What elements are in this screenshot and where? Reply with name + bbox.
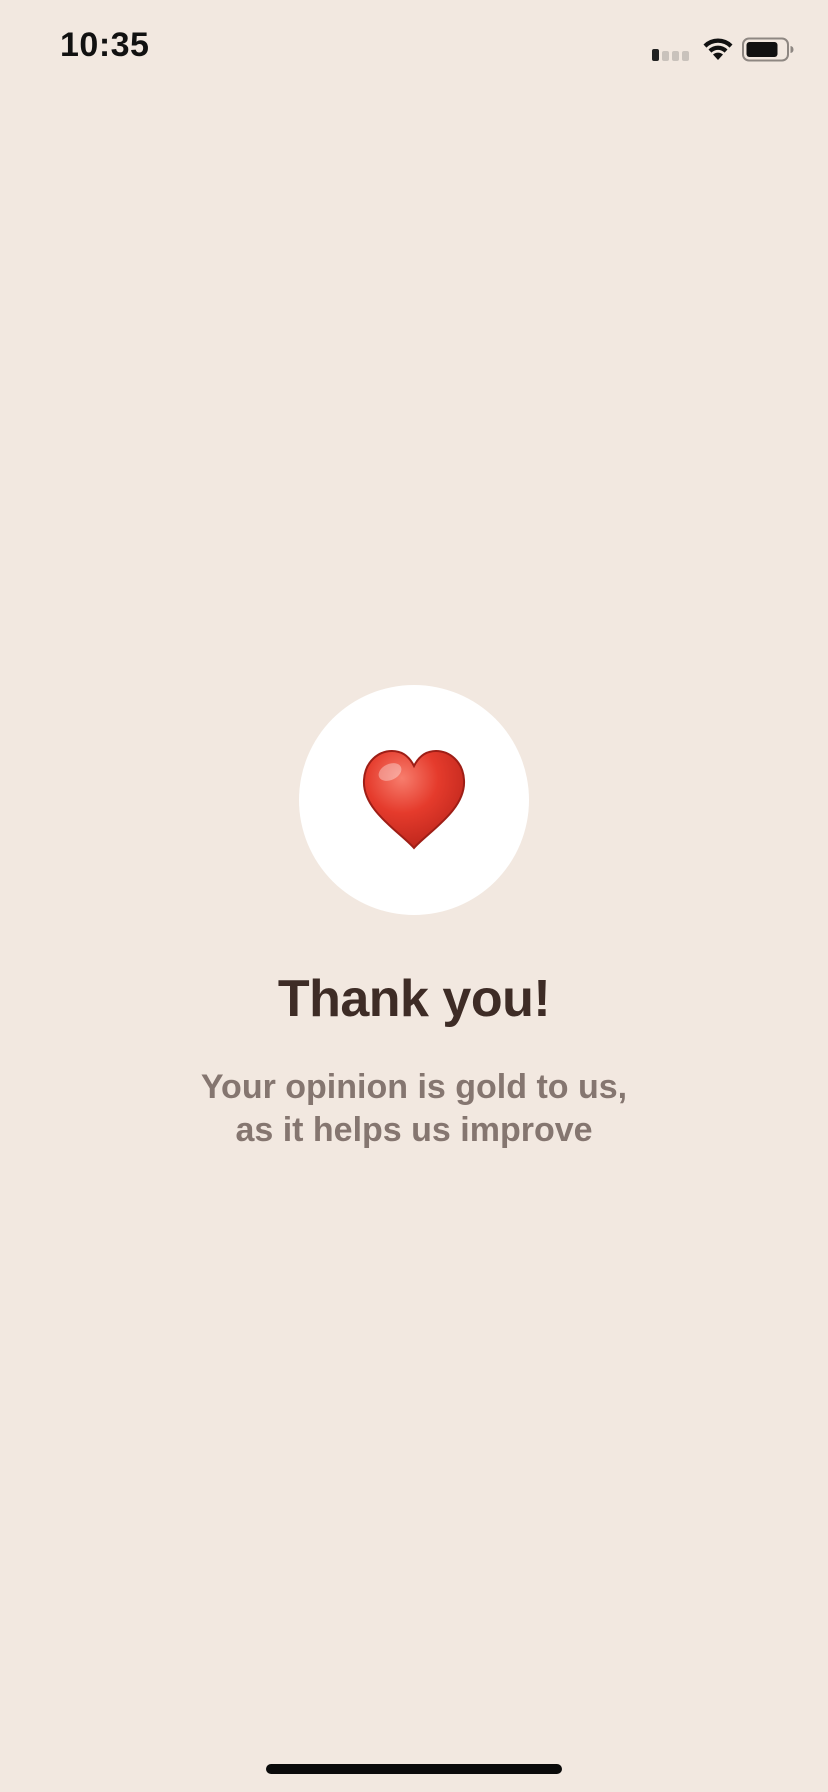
battery-icon — [742, 37, 794, 62]
thank-you-title: Thank you! — [277, 970, 551, 1028]
home-indicator[interactable] — [266, 1764, 562, 1774]
status-bar: 10:35 — [0, 0, 828, 100]
wifi-icon — [703, 38, 733, 60]
red-heart-icon — [362, 749, 466, 850]
feedback-message-line-2: as it helps us improve — [235, 1111, 593, 1149]
feedback-message-line-1: Your opinion is gold to us, — [200, 1068, 628, 1106]
status-time: 10:35 — [60, 26, 150, 64]
cellular-signal-icon — [652, 47, 692, 61]
feedback-message: Your opinion is gold to us, as it helps … — [0, 1066, 828, 1152]
